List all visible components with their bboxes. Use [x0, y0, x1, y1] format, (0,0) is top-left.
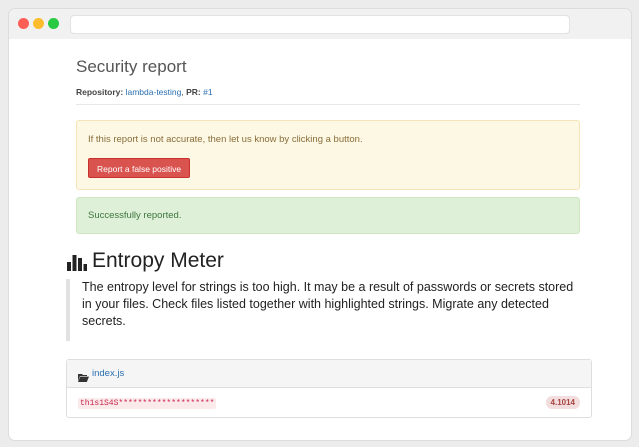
entropy-meter-title: Entropy Meter [92, 249, 224, 272]
entropy-badge: 4.1014 [545, 396, 580, 409]
file-name-link[interactable]: index.js [92, 368, 124, 379]
highlighted-secret: th1s1S4S******************** [78, 398, 217, 409]
page-title: Security report [76, 57, 187, 76]
warning-alert: If this report is not accurate, then let… [76, 120, 580, 190]
success-alert: Successfully reported. [76, 197, 580, 234]
entropy-description: The entropy level for strings is too hig… [66, 279, 576, 341]
bar-chart-icon [67, 251, 87, 271]
file-panel-header: index.js [67, 360, 591, 388]
report-false-positive-button[interactable]: Report a false positive [88, 158, 191, 178]
repository-meta: Repository: lambda-testing, PR: #1 [76, 87, 213, 97]
header-divider [76, 104, 580, 105]
file-panel: index.js th1s1S4S******************** 4.… [66, 359, 592, 418]
repository-link[interactable]: lambda-testing [126, 87, 182, 97]
minimize-window-button[interactable] [33, 18, 44, 29]
maximize-window-button[interactable] [48, 18, 59, 29]
pr-label: PR: [186, 87, 201, 97]
browser-window: Security report Repository: lambda-testi… [9, 9, 631, 440]
browser-titlebar [9, 9, 631, 39]
entropy-meter-heading: Entropy Meter [67, 249, 224, 273]
success-text: Successfully reported. [88, 210, 182, 221]
address-bar[interactable] [70, 15, 570, 34]
folder-open-icon [78, 369, 89, 382]
warning-text: If this report is not accurate, then let… [88, 134, 363, 145]
pr-link[interactable]: #1 [203, 87, 212, 97]
close-window-button[interactable] [18, 18, 29, 29]
repository-label: Repository: [76, 87, 124, 97]
